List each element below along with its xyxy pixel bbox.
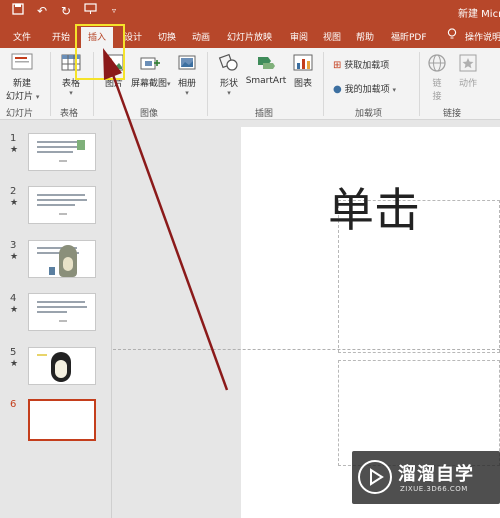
photo-album-label: 相册 bbox=[177, 79, 196, 89]
shapes-icon bbox=[218, 53, 238, 71]
watermark-logo: 溜溜自学 ZIXUE.3D66.COM bbox=[352, 451, 500, 504]
store-icon: ⊞ bbox=[333, 60, 342, 71]
slide-preview bbox=[28, 347, 96, 385]
save-icon[interactable] bbox=[10, 3, 26, 18]
slide-number: 4 bbox=[10, 293, 17, 304]
quick-access-toolbar: ↶ ↻ ▿ bbox=[10, 3, 122, 18]
new-slide-icon bbox=[11, 53, 33, 70]
group-label-links: 链接 bbox=[443, 109, 462, 119]
slide-thumbnail[interactable]: 3 ★ bbox=[0, 240, 112, 285]
group-label-slides: 幻灯片 bbox=[6, 109, 34, 119]
chevron-down-icon: ▾ bbox=[392, 86, 397, 94]
group-label-addins: 加载项 bbox=[355, 109, 383, 119]
customize-icon[interactable]: ▿ bbox=[106, 6, 122, 15]
present-icon[interactable] bbox=[82, 3, 98, 18]
tab-home[interactable]: 开始 bbox=[52, 30, 70, 43]
animation-star-icon: ★ bbox=[10, 305, 19, 315]
action-label: 动作 bbox=[458, 79, 477, 89]
chart-button[interactable]: 图表 bbox=[291, 52, 315, 89]
animation-star-icon: ★ bbox=[10, 252, 19, 262]
redo-icon[interactable]: ↻ bbox=[58, 4, 74, 18]
chevron-down-icon: ▾ bbox=[69, 89, 73, 97]
slide-number: 3 bbox=[10, 240, 17, 251]
document-title: 新建 Micr bbox=[458, 9, 500, 20]
divider bbox=[419, 52, 420, 116]
tab-design[interactable]: 设计 bbox=[124, 30, 142, 43]
slide-thumbnail-pane[interactable]: 1 ★ 2 ★ 3 ★ 4 ★ 5 ★ 6 bbox=[0, 121, 112, 518]
tab-foxit-pdf[interactable]: 福昕PDF bbox=[391, 30, 427, 43]
slide-preview bbox=[28, 293, 96, 331]
new-slide-label-1: 新建 bbox=[12, 79, 31, 89]
group-label-tables: 表格 bbox=[60, 109, 79, 119]
chart-icon bbox=[293, 54, 313, 71]
title-placeholder-text: 单击 bbox=[328, 183, 420, 237]
chart-label: 图表 bbox=[293, 79, 312, 89]
lightbulb-icon[interactable] bbox=[447, 28, 457, 43]
divider bbox=[50, 52, 51, 116]
photo-album-button[interactable]: 相册 ▾ bbox=[175, 52, 199, 97]
slide-number: 2 bbox=[10, 186, 17, 197]
play-logo-icon bbox=[358, 460, 392, 494]
link-icon bbox=[428, 54, 446, 72]
slide-number: 6 bbox=[10, 399, 17, 410]
tab-help[interactable]: 帮助 bbox=[356, 30, 374, 43]
new-slide-label-2: 幻灯片 ▾ bbox=[6, 92, 40, 102]
smartart-button[interactable]: SmartArt bbox=[245, 52, 287, 86]
link-button[interactable]: 链 接 bbox=[426, 52, 448, 102]
tab-animations[interactable]: 动画 bbox=[192, 30, 210, 43]
slide-number: 5 bbox=[10, 347, 17, 358]
screenshot-label: 屏幕截图▾ bbox=[131, 79, 171, 89]
chevron-down-icon: ▾ bbox=[185, 89, 189, 97]
tab-transitions[interactable]: 切换 bbox=[158, 30, 176, 43]
slide-preview bbox=[28, 240, 96, 278]
get-addins-label: 获取加载项 bbox=[344, 61, 390, 71]
group-label-illustrations: 插图 bbox=[255, 109, 274, 119]
new-slide-button[interactable]: 新建 幻灯片 ▾ bbox=[6, 52, 40, 102]
powerpoint-window: ↶ ↻ ▿ 新建 Micr 文件 开始 插入 设计 切换 动画 幻灯片放映 审阅… bbox=[0, 0, 500, 518]
tab-slideshow[interactable]: 幻灯片放映 bbox=[227, 30, 272, 43]
tab-review[interactable]: 审阅 bbox=[290, 30, 308, 43]
action-button[interactable]: 动作 bbox=[456, 52, 480, 89]
addin-icon: ● bbox=[333, 84, 342, 95]
insert-tab-highlight bbox=[75, 24, 125, 80]
my-addins-button[interactable]: ● 我的加载项 ▾ bbox=[333, 82, 396, 95]
photo-album-icon bbox=[178, 55, 196, 70]
slide-thumbnail-current[interactable]: 6 bbox=[0, 399, 112, 444]
smartart-icon bbox=[258, 57, 275, 69]
animation-star-icon: ★ bbox=[10, 198, 19, 208]
tab-file[interactable]: 文件 bbox=[13, 30, 31, 43]
my-addins-label: 我的加载项 bbox=[344, 85, 390, 95]
shapes-label: 形状 bbox=[219, 79, 238, 89]
slide-thumbnail[interactable]: 4 ★ bbox=[0, 293, 112, 338]
group-label-images: 图像 bbox=[140, 109, 159, 119]
slide-thumbnail[interactable]: 5 ★ bbox=[0, 347, 112, 392]
slide-preview bbox=[28, 133, 96, 171]
divider bbox=[207, 52, 208, 116]
title-bar: ↶ ↻ ▿ 新建 Micr bbox=[0, 0, 500, 24]
watermark-url: ZIXUE.3D66.COM bbox=[400, 485, 468, 493]
action-star-icon bbox=[459, 54, 477, 72]
slide-thumbnail[interactable]: 2 ★ bbox=[0, 186, 112, 231]
smart-guide bbox=[113, 349, 500, 350]
tab-view[interactable]: 视图 bbox=[323, 30, 341, 43]
chevron-down-icon: ▾ bbox=[227, 89, 231, 97]
slide-number: 1 bbox=[10, 133, 17, 144]
animation-star-icon: ★ bbox=[10, 145, 19, 155]
link-label-2: 接 bbox=[432, 92, 442, 102]
link-label-1: 链 bbox=[432, 79, 442, 89]
get-addins-button[interactable]: ⊞ 获取加载项 bbox=[333, 58, 389, 71]
animation-star-icon: ★ bbox=[10, 359, 19, 369]
screenshot-icon bbox=[140, 57, 160, 70]
slide-preview bbox=[28, 399, 96, 441]
watermark-title: 溜溜自学 bbox=[398, 464, 474, 485]
smartart-label: SmartArt bbox=[245, 76, 287, 86]
slide-preview bbox=[28, 186, 96, 224]
tell-me-search[interactable]: 操作说明 bbox=[465, 30, 500, 43]
screenshot-button[interactable]: 屏幕截图▾ bbox=[131, 52, 171, 89]
slide-thumbnail[interactable]: 1 ★ bbox=[0, 133, 112, 178]
undo-icon[interactable]: ↶ bbox=[34, 4, 50, 18]
divider bbox=[323, 52, 324, 116]
shapes-button[interactable]: 形状 ▾ bbox=[216, 52, 242, 97]
